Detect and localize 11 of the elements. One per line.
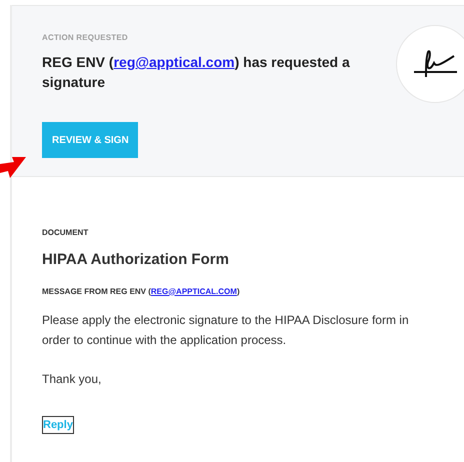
section-label: ACTION REQUESTED <box>42 32 129 44</box>
email-link[interactable]: reg@apptical.com <box>114 54 235 70</box>
document-title: HIPAA Authorization Form <box>42 250 230 270</box>
message-text: Please apply the electronic signature to the HIPAA Disclosure form in order to continue with the application process. <box>42 312 410 348</box>
signature-icon <box>412 49 458 79</box>
arrow-icon <box>0 156 26 178</box>
request-text: REG ENV (reg@apptical.com) has requested a signature <box>42 53 351 92</box>
email-link[interactable]: REG@APPTICAL.COM <box>150 286 237 296</box>
message-from: MESSAGE FROM REG ENV (REG@APPTICAL.COM) <box>42 286 241 298</box>
closing-text: Thank you, <box>42 370 102 388</box>
section-label: DOCUMENT <box>42 227 90 239</box>
